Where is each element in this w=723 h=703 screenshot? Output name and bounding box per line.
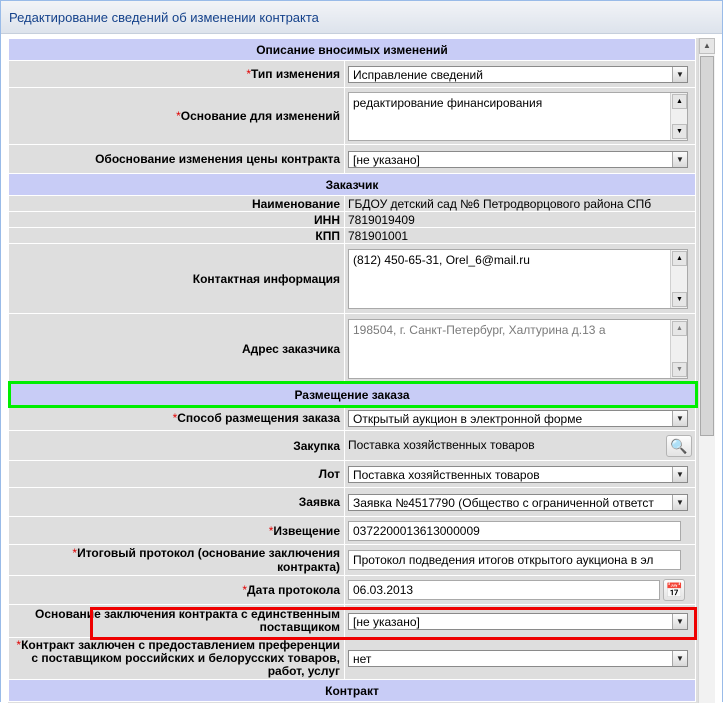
purchase-value: Поставка хозяйственных товаров <box>348 437 535 452</box>
scroll-down-icon[interactable]: ▼ <box>672 123 687 139</box>
price-justification-label: Обоснование изменения цены контракта <box>8 144 345 174</box>
placement-method-select[interactable]: Открытый аукцион в электронной форме ▼ <box>348 409 688 427</box>
change-type-select[interactable]: Исправление сведений ▼ <box>348 65 688 83</box>
dropdown-arrow-icon[interactable]: ▼ <box>672 466 687 482</box>
customer-inn-label: ИНН <box>8 211 345 228</box>
customer-address-textarea[interactable]: 198504, г. Санкт-Петербург, Халтурина д.… <box>348 318 688 379</box>
contact-info-label: Контактная информация <box>8 243 345 314</box>
customer-kpp-label: КПП <box>8 227 345 244</box>
dropdown-arrow-icon[interactable]: ▼ <box>672 410 687 426</box>
scroll-up-icon[interactable]: ▲ <box>672 250 687 266</box>
customer-name-value: ГБДОУ детский сад №6 Петродворцового рай… <box>344 195 696 212</box>
window-title: Редактирование сведений об изменении кон… <box>1 1 722 34</box>
contact-info-textarea[interactable]: (812) 450-65-31, Orel_6@mail.ru ▲ ▼ <box>348 248 688 309</box>
customer-inn-value: 7819019409 <box>344 211 696 228</box>
final-protocol-label: *Итоговый протокол (основание заключения… <box>8 544 345 576</box>
scroll-up-icon[interactable]: ▲ <box>672 320 687 336</box>
scroll-down-icon[interactable]: ▼ <box>672 361 687 377</box>
bid-label: Заявка <box>8 487 345 517</box>
single-supplier-basis-label: Основание заключения контракта с единств… <box>8 604 345 638</box>
dropdown-arrow-icon[interactable]: ▼ <box>672 494 687 510</box>
search-icon[interactable]: 🔍 <box>666 434 692 457</box>
single-supplier-basis-select[interactable]: [не указано] ▼ <box>348 612 688 630</box>
final-protocol-input[interactable]: Протокол подведения итогов открытого аук… <box>348 550 681 570</box>
notice-input[interactable]: 0372200013613000009 <box>348 520 681 541</box>
section-contract-header: Контракт <box>8 679 696 702</box>
bid-select[interactable]: Заявка №4517790 (Общество с ограниченной… <box>348 493 688 511</box>
section-customer-header: Заказчик <box>8 173 696 196</box>
calendar-icon[interactable]: 📅 <box>663 579 686 601</box>
scrollbar-thumb[interactable] <box>700 56 714 436</box>
customer-address-label: Адрес заказчика <box>8 313 345 384</box>
preference-label: *Контракт заключен с предоставлением пре… <box>8 637 345 680</box>
change-basis-textarea[interactable]: редактирование финансирования ▲ ▼ <box>348 91 688 141</box>
main-scrollbar[interactable]: ▲ <box>698 38 715 703</box>
purchase-label: Закупка <box>8 430 345 461</box>
lot-label: Лот <box>8 460 345 488</box>
protocol-date-label: *Дата протокола <box>8 575 345 605</box>
textarea-scrollbar[interactable]: ▲ ▼ <box>670 92 687 140</box>
change-type-label: *Тип изменения <box>8 60 345 88</box>
scroll-down-icon[interactable]: ▼ <box>672 291 687 307</box>
scroll-up-icon[interactable]: ▲ <box>672 93 687 109</box>
protocol-date-input[interactable]: 06.03.2013 <box>348 580 660 600</box>
scroll-up-icon[interactable]: ▲ <box>699 38 715 54</box>
edit-contract-changes-window: Редактирование сведений об изменении кон… <box>0 0 723 703</box>
textarea-scrollbar[interactable]: ▲ ▼ <box>670 319 687 378</box>
lot-select[interactable]: Поставка хозяйственных товаров ▼ <box>348 465 688 483</box>
dropdown-arrow-icon[interactable]: ▼ <box>672 651 687 666</box>
form-table: Описание вносимых изменений *Тип изменен… <box>8 38 696 702</box>
dropdown-arrow-icon[interactable]: ▼ <box>672 151 687 167</box>
section-changes-header: Описание вносимых изменений <box>8 38 696 61</box>
placement-method-label: *Способ размещения заказа <box>8 405 345 431</box>
customer-name-label: Наименование <box>8 195 345 212</box>
preference-select[interactable]: нет ▼ <box>348 650 688 667</box>
section-placement-header: Размещение заказа <box>8 383 696 406</box>
change-basis-label: *Основание для изменений <box>8 87 345 145</box>
dropdown-arrow-icon[interactable]: ▼ <box>672 66 687 82</box>
textarea-scrollbar[interactable]: ▲ ▼ <box>670 249 687 308</box>
customer-kpp-value: 781901001 <box>344 227 696 244</box>
notice-label: *Извещение <box>8 516 345 545</box>
form-container: Описание вносимых изменений *Тип изменен… <box>8 38 698 703</box>
price-justification-select[interactable]: [не указано] ▼ <box>348 150 688 168</box>
window-body: Описание вносимых изменений *Тип изменен… <box>1 35 722 703</box>
dropdown-arrow-icon[interactable]: ▼ <box>672 613 687 629</box>
